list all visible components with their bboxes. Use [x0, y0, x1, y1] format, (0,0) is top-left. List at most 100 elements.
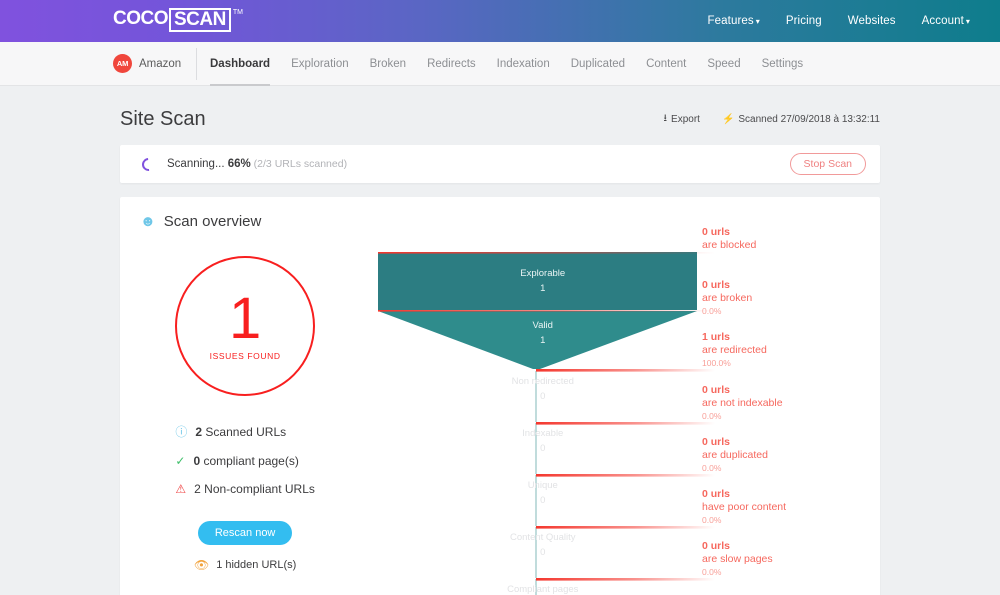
funnel-chart: Explorable 1 Valid 1 Non redirected 0 In…: [370, 230, 716, 595]
annotation-slow-pages-count: 0 urls: [702, 540, 731, 552]
tab-redirects[interactable]: Redirects: [427, 42, 476, 86]
annotation-duplicated-count: 0 urls: [702, 436, 731, 448]
annotation-slow-pages-pct: 0.0%: [702, 567, 722, 577]
annotation-poor-content-count: 0 urls: [702, 488, 731, 500]
annotation-redirected-count: 1 urls: [702, 331, 731, 343]
funnel-label-content-quality: Content Quality 0: [370, 530, 715, 560]
annotation-redirected: 1 urls are redirected 100.0%: [702, 331, 767, 369]
summary-column: 1 ISSUES FOUND ⓘ 2 Scanned URLs ✓ 0 comp…: [120, 230, 370, 595]
binoculars-icon: ☻: [140, 213, 156, 230]
chevron-down-icon: ▾: [755, 17, 760, 26]
funnel-label-valid: Valid 1: [370, 318, 715, 348]
annotation-duplicated-text: are duplicated: [702, 449, 768, 461]
info-icon: ⓘ: [175, 425, 188, 439]
annotation-redirected-pct: 100.0%: [702, 358, 731, 368]
avatar: AM: [113, 54, 132, 73]
funnel-label-non-redirected: Non redirected 0: [370, 374, 715, 404]
annotation-blocked: 0 urls are blocked: [702, 226, 756, 252]
stop-scan-button[interactable]: Stop Scan: [789, 153, 866, 175]
rescan-now-button[interactable]: Rescan now: [197, 521, 293, 545]
annotation-broken-count: 0 urls: [702, 279, 731, 291]
logo-text-scan: SCAN: [169, 8, 231, 32]
section-tabs: Dashboard Exploration Broken Redirects I…: [210, 42, 803, 86]
eye-slash-icon: 👁: [193, 558, 210, 572]
tab-duplicated[interactable]: Duplicated: [571, 42, 625, 86]
topnav-item-account[interactable]: Account ▾: [922, 15, 970, 27]
top-header-bar: COCO SCAN TM Features ▾ Pricing Websites …: [0, 0, 1000, 42]
funnel-label-explorable: Explorable 1: [370, 266, 715, 296]
issues-found-label: ISSUES FOUND: [209, 350, 281, 361]
issues-found-count: 1: [228, 285, 262, 351]
funnel-label-compliant-pages: Compliant pages 0: [370, 582, 715, 595]
topnav-label-features: Features: [707, 15, 754, 27]
scan-detail: (2/3 URLs scanned): [250, 158, 348, 170]
stat-scanned-urls: ⓘ 2 Scanned URLs: [175, 423, 315, 440]
topnav-item-pricing[interactable]: Pricing: [786, 15, 822, 27]
annotation-duplicated: 0 urls are duplicated 0.0%: [702, 436, 768, 474]
scan-overview-card: ☻ Scan overview 1 ISSUES FOUND ⓘ 2 Scann…: [120, 197, 880, 595]
annotation-not-indexable-pct: 0.0%: [702, 411, 722, 421]
connector-line-broken: [378, 310, 716, 312]
annotation-poor-content: 0 urls have poor content 0.0%: [702, 488, 786, 526]
stat-noncompliant-urls-label: Non-compliant URLs: [200, 482, 315, 496]
chevron-down-icon: ▾: [965, 17, 970, 26]
logo-trademark: TM: [232, 9, 243, 16]
summary-stats-list: ⓘ 2 Scanned URLs ✓ 0 compliant page(s) ⚠…: [175, 423, 315, 497]
warning-icon: ⚠: [175, 482, 187, 496]
connector-line-duplicated: [536, 474, 716, 477]
scan-percent: 66%: [227, 158, 251, 170]
scan-status-group: Scanning... 66% (2/3 URLs scanned): [139, 154, 348, 174]
check-icon: ✓: [175, 454, 186, 468]
download-icon: ⭳: [663, 113, 668, 124]
primary-navigation: Features ▾ Pricing Websites Account ▾: [708, 0, 970, 42]
annotation-broken-pct: 0.0%: [702, 306, 722, 316]
cocoscan-logo[interactable]: COCO SCAN TM: [113, 8, 243, 32]
connector-line-poor-content: [536, 526, 716, 529]
funnel-label-indexable: Indexable 0: [370, 426, 715, 456]
topnav-item-features[interactable]: Features ▾: [708, 15, 760, 27]
annotation-not-indexable-count: 0 urls: [702, 384, 731, 396]
tab-settings[interactable]: Settings: [762, 42, 804, 86]
stat-noncompliant-urls-value: 2: [194, 482, 201, 496]
hidden-urls-info: 👁 1 hidden URL(s): [194, 558, 296, 572]
scan-overview-title-label: Scan overview: [163, 213, 262, 230]
scan-overview-title: ☻ Scan overview: [120, 197, 880, 230]
page-header: Site Scan ⭳ Export ⚡ Scanned 27/09/2018 …: [120, 86, 880, 145]
annotation-broken-text: are broken: [702, 292, 753, 304]
funnel-label-valid-value: 1: [540, 335, 546, 346]
tab-content[interactable]: Content: [646, 42, 686, 86]
funnel-label-unique-name: Unique: [527, 480, 558, 491]
annotation-blocked-text: are blocked: [702, 239, 757, 251]
export-button[interactable]: ⭳ Export: [664, 111, 700, 128]
funnel-label-explorable-name: Explorable: [520, 268, 566, 279]
funnel-label-content-quality-name: Content Quality: [510, 532, 576, 543]
connector-line-not-indexable: [536, 422, 716, 425]
site-name-label: Amazon: [139, 57, 182, 70]
annotation-poor-content-text: have poor content: [702, 501, 787, 513]
funnel-annotations: 0 urls are blocked 0 urls are broken 0.0…: [690, 226, 880, 595]
stat-compliant-pages-label: compliant page(s): [200, 454, 299, 468]
annotation-duplicated-pct: 0.0%: [702, 463, 722, 473]
tab-speed[interactable]: Speed: [707, 42, 740, 86]
funnel-label-non-redirected-value: 0: [540, 391, 546, 402]
funnel-label-indexable-name: Indexable: [522, 428, 564, 439]
tab-exploration[interactable]: Exploration: [291, 42, 349, 86]
annotation-poor-content-pct: 0.0%: [702, 515, 722, 525]
annotation-not-indexable-text: are not indexable: [702, 397, 783, 409]
page-container: Site Scan ⭳ Export ⚡ Scanned 27/09/2018 …: [0, 86, 1000, 595]
topnav-item-websites[interactable]: Websites: [848, 15, 896, 27]
export-label: Export: [671, 114, 700, 125]
funnel-label-valid-name: Valid: [532, 320, 553, 331]
funnel-label-indexable-value: 0: [540, 443, 546, 454]
connector-line-blocked: [378, 252, 716, 254]
annotation-redirected-text: are redirected: [702, 344, 767, 356]
tab-dashboard[interactable]: Dashboard: [210, 42, 271, 86]
annotation-slow-pages: 0 urls are slow pages 0.0%: [702, 540, 773, 578]
annotation-blocked-count: 0 urls: [702, 226, 731, 238]
site-selector[interactable]: AM Amazon: [113, 54, 181, 73]
tab-broken[interactable]: Broken: [370, 42, 406, 86]
funnel-label-content-quality-value: 0: [540, 547, 546, 558]
spinner-icon: [139, 154, 158, 174]
tab-indexation[interactable]: Indexation: [497, 42, 550, 86]
hidden-urls-label: 1 hidden URL(s): [216, 559, 297, 571]
